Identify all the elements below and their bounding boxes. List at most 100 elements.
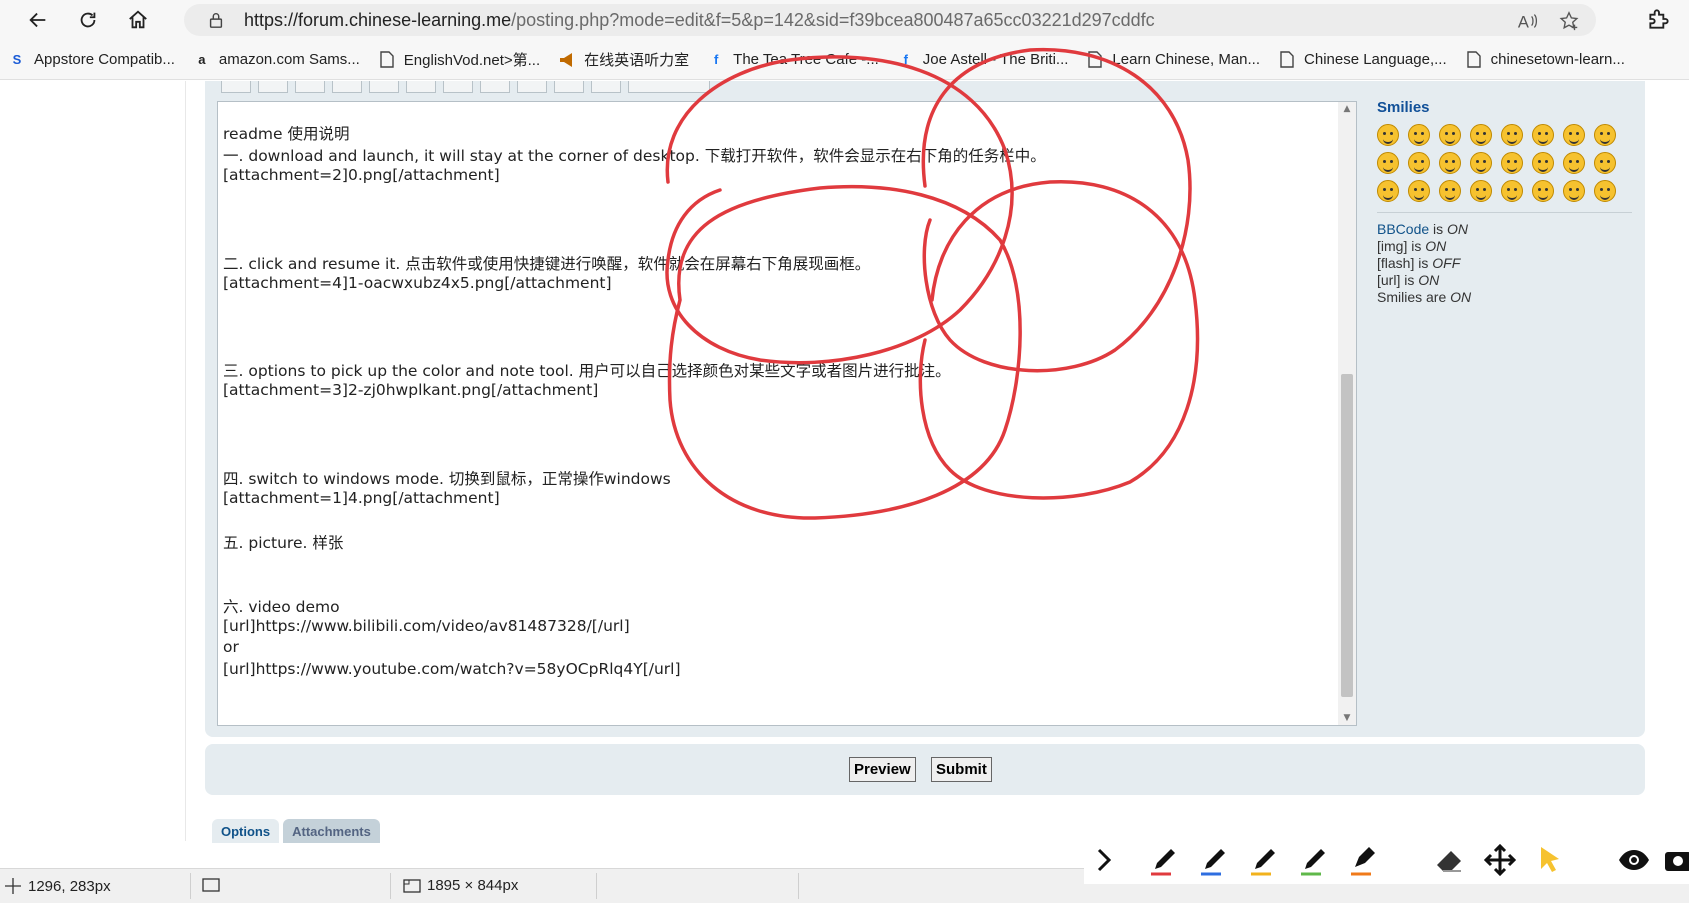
bbcode-button[interactable] <box>221 81 251 93</box>
eraser-tool[interactable] <box>1432 842 1468 878</box>
address-bar[interactable]: https://forum.chinese-learning.me/postin… <box>184 4 1596 36</box>
eraser-icon <box>1437 851 1461 872</box>
refresh-button[interactable] <box>70 2 106 38</box>
lock-icon[interactable] <box>206 10 226 30</box>
message-textarea[interactable]: readme 使用说明 一. download and launch, it wi… <box>217 101 1357 726</box>
scroll-down-arrow[interactable]: ▼ <box>1342 713 1352 723</box>
bookmark-item[interactable]: chinesetown-learn... <box>1457 46 1635 74</box>
font-size-select[interactable] <box>628 81 710 93</box>
text-line: 三. options to pick up the color and note… <box>223 362 951 380</box>
crosshair-move-icon <box>5 878 21 894</box>
smiley-icon[interactable] <box>1470 180 1492 202</box>
bookmark-item[interactable]: f The Tea Tree Cafe -... <box>699 46 889 74</box>
text-line: 五. picture. 样张 <box>223 534 344 552</box>
selection-rect-icon <box>202 878 220 892</box>
smiley-icon[interactable] <box>1439 124 1461 146</box>
extensions-puzzle-icon[interactable] <box>1646 6 1672 32</box>
marker-orange-tool[interactable] <box>1346 842 1382 878</box>
bbcode-button[interactable] <box>369 81 399 93</box>
divider <box>1377 212 1632 213</box>
cursor-coords: 1296, 283px <box>28 877 111 895</box>
screenshot-button[interactable] <box>1660 842 1689 878</box>
pen-blue-tool[interactable] <box>1196 842 1232 878</box>
bookmark-item[interactable]: f Joe Astell - The Briti... <box>889 46 1079 74</box>
bbcode-button[interactable] <box>443 81 473 93</box>
smiley-icon[interactable] <box>1594 124 1616 146</box>
smiley-icon[interactable] <box>1408 152 1430 174</box>
bbcode-link[interactable]: BBCode <box>1377 221 1429 237</box>
bookmark-item[interactable]: Learn Chinese, Man... <box>1078 46 1270 74</box>
submit-button[interactable]: Submit <box>931 757 992 782</box>
smiley-icon[interactable] <box>1563 152 1585 174</box>
pen-green-tool[interactable] <box>1296 842 1332 878</box>
smiley-icon[interactable] <box>1377 124 1399 146</box>
smiley-icon[interactable] <box>1470 124 1492 146</box>
page-icon <box>1278 51 1296 69</box>
page-icon <box>378 51 396 69</box>
bookmark-item[interactable]: 在线英语听力室 <box>550 46 699 74</box>
tab-options[interactable]: Options <box>212 819 280 843</box>
bookmark-item[interactable]: a amazon.com Sams... <box>185 46 370 74</box>
toggle-visibility-button[interactable] <box>1616 842 1652 878</box>
smiley-icon[interactable] <box>1501 124 1523 146</box>
pen-red-tool[interactable] <box>1146 842 1182 878</box>
smiley-icon[interactable] <box>1501 152 1523 174</box>
smiley-icon[interactable] <box>1439 152 1461 174</box>
favicon-icon: f <box>713 52 719 67</box>
bbcode-button[interactable] <box>295 81 325 93</box>
pen-yellow-tool[interactable] <box>1246 842 1282 878</box>
url-text[interactable]: https://forum.chinese-learning.me/postin… <box>244 10 1155 31</box>
text-line: [attachment=4]1-oacwxubz4x5.png[/attachm… <box>223 274 612 292</box>
read-aloud-icon[interactable]: A <box>1516 10 1538 32</box>
collapse-toolbar-button[interactable] <box>1086 842 1122 878</box>
tab-attachments[interactable]: Attachments <box>283 819 380 843</box>
bookmark-item[interactable]: S Appstore Compatib... <box>0 46 185 74</box>
textarea-scrollbar[interactable]: ▲ ▼ <box>1338 102 1356 725</box>
page-content: readme 使用说明 一. download and launch, it wi… <box>0 81 1689 843</box>
bbcode-button[interactable] <box>480 81 510 93</box>
submit-panel: Preview Submit <box>205 744 1645 795</box>
scroll-up-arrow[interactable]: ▲ <box>1342 104 1352 114</box>
smiley-icon[interactable] <box>1532 152 1554 174</box>
bbcode-button[interactable] <box>591 81 621 93</box>
smiley-icon[interactable] <box>1377 180 1399 202</box>
smiley-icon[interactable] <box>1563 180 1585 202</box>
smiley-icon[interactable] <box>1439 180 1461 202</box>
smiley-icon[interactable] <box>1408 180 1430 202</box>
bbcode-button[interactable] <box>406 81 436 93</box>
img-status-label: [img] is <box>1377 238 1426 254</box>
bbcode-button[interactable] <box>258 81 288 93</box>
preview-button[interactable]: Preview <box>849 757 916 782</box>
pointer-tool[interactable] <box>1532 842 1568 878</box>
bookmark-item[interactable]: EnglishVod.net>第... <box>370 46 550 74</box>
pen-icon <box>1301 849 1325 876</box>
arrow-left-icon <box>29 12 46 28</box>
smiley-icon[interactable] <box>1377 152 1399 174</box>
move-tool[interactable] <box>1482 842 1518 878</box>
flash-state: OFF <box>1432 255 1461 271</box>
bbcode-is: is <box>1429 221 1448 237</box>
smiley-icon[interactable] <box>1532 180 1554 202</box>
back-button[interactable] <box>20 2 56 38</box>
refresh-icon <box>80 12 96 28</box>
smiley-icon[interactable] <box>1594 180 1616 202</box>
smiley-icon[interactable] <box>1563 124 1585 146</box>
bbcode-button[interactable] <box>517 81 547 93</box>
smiley-icon[interactable] <box>1408 124 1430 146</box>
bbcode-button[interactable] <box>332 81 362 93</box>
scrollbar-thumb[interactable] <box>1341 374 1353 697</box>
smiley-icon[interactable] <box>1501 180 1523 202</box>
favorite-star-icon[interactable] <box>1558 10 1580 32</box>
img-state: ON <box>1425 238 1447 254</box>
bookmark-item[interactable]: Chinese Language,... <box>1270 46 1457 74</box>
smiley-icon[interactable] <box>1594 152 1616 174</box>
url-state: ON <box>1418 272 1440 288</box>
bbcode-button[interactable] <box>554 81 584 93</box>
bookmark-label: 在线英语听力室 <box>584 52 690 69</box>
smiley-icon[interactable] <box>1532 124 1554 146</box>
home-button[interactable] <box>120 2 156 38</box>
smiley-icon[interactable] <box>1470 152 1492 174</box>
text-line: [url]https://www.youtube.com/watch?v=58y… <box>223 660 681 678</box>
image-size: 1895 × 844px <box>403 877 518 894</box>
move-arrows-icon <box>1483 843 1517 877</box>
